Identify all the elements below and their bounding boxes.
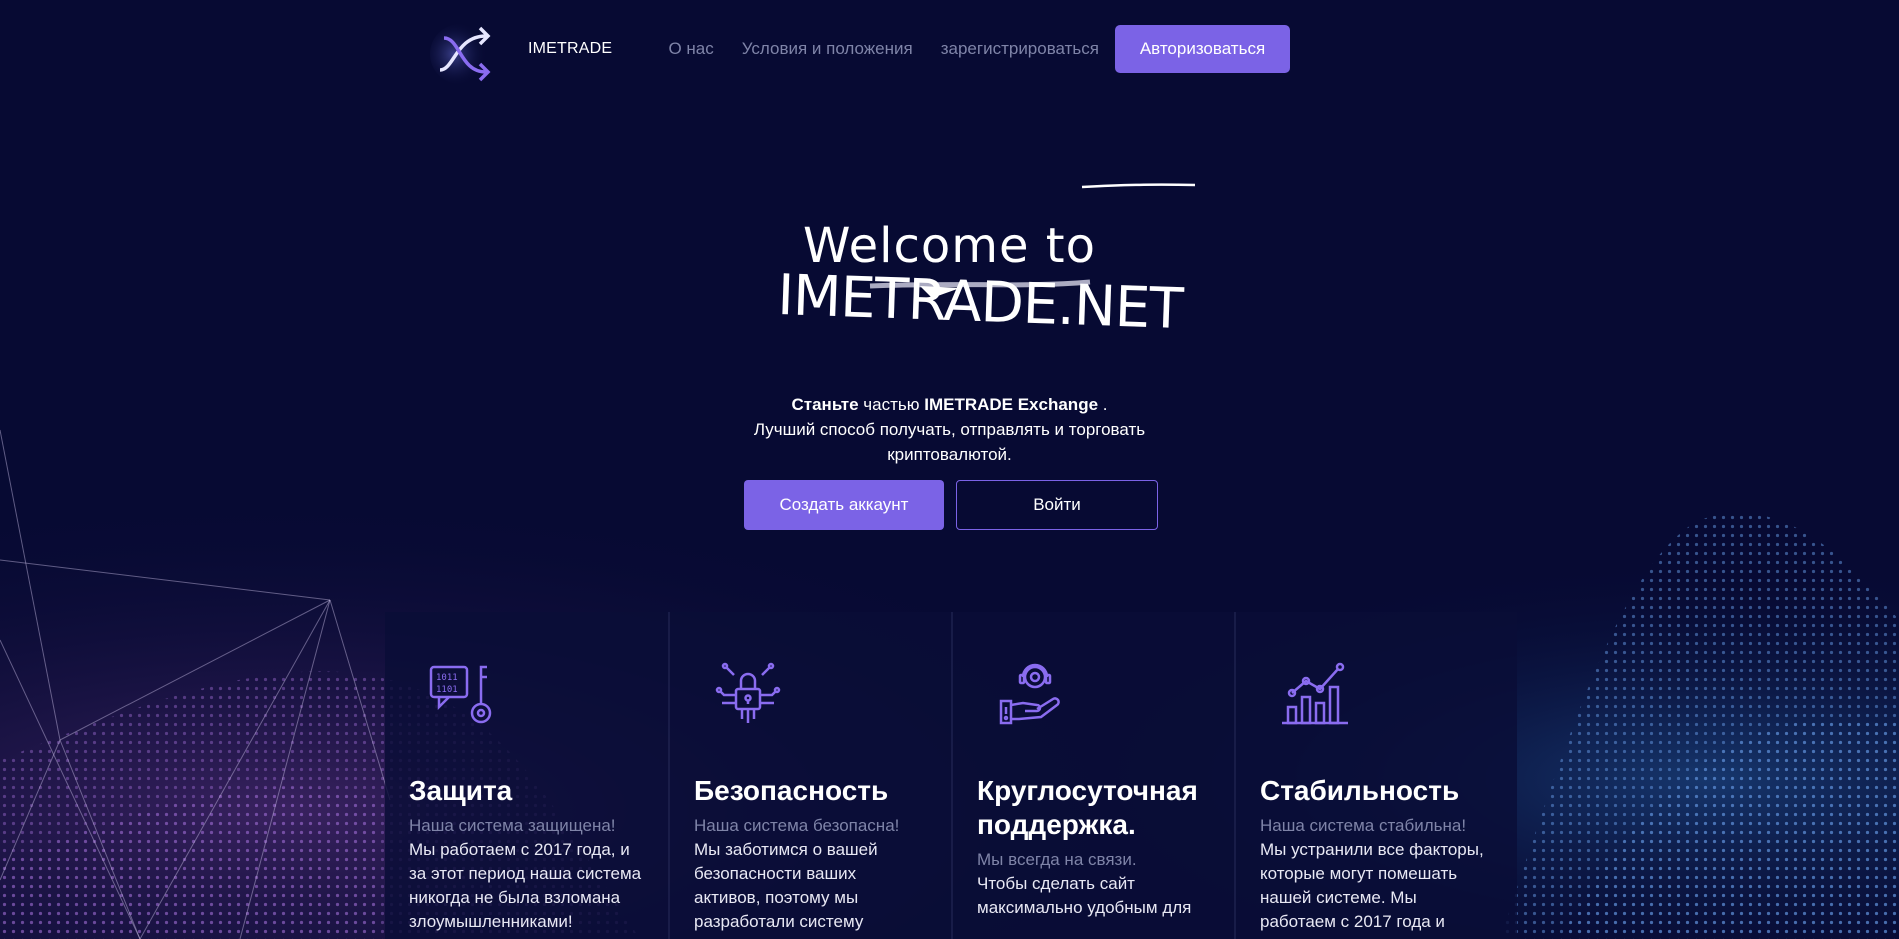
feature-text: Мы работаем с 2017 года, и за этот перио… (409, 840, 642, 931)
feature-text: Мы устранили все факторы, которые могут … (1260, 840, 1484, 931)
sign-in-button[interactable]: Войти (956, 480, 1158, 530)
feature-title: Стабильность (1260, 775, 1460, 806)
feature-subtitle: Мы всегда на связи. (977, 850, 1137, 869)
feature-title: Безопасность (694, 775, 889, 806)
svg-text:1101: 1101 (436, 685, 458, 695)
feature-subtitle: Наша система стабильна! (1260, 816, 1467, 835)
support-gear-hand-icon (999, 663, 1060, 725)
tagline-line-1: Станьте частью IMETRADE Exchange . (0, 392, 1899, 417)
nav-link-about[interactable]: О нас (668, 39, 713, 59)
tagline-bold-1: Станьте (791, 395, 859, 414)
tagline-end: . (1098, 395, 1108, 414)
feature-title: Защита (409, 775, 513, 806)
top-navigation: IMETRADE О нас Условия и положения зарег… (0, 0, 1899, 100)
hero-buttons: Создать аккаунт Войти (744, 480, 1158, 530)
feature-text: Чтобы сделать сайт максимально удобным д… (977, 874, 1192, 917)
tagline-line-2: Лучший способ получать, отправлять и тор… (753, 420, 1146, 439)
feature-card-support: Круглосуточная поддержка. Мы всегда на с… (951, 612, 1234, 939)
create-account-button[interactable]: Создать аккаунт (744, 480, 944, 530)
feature-title: Круглосуточная поддержка. (977, 775, 1198, 840)
brand-name[interactable]: IMETRADE (528, 40, 612, 58)
binary-key-icon: 1011 1101 (429, 665, 492, 724)
feature-text: Мы заботимся о вашей безопасности ваших … (694, 840, 878, 931)
login-button[interactable]: Авторизоваться (1115, 25, 1290, 73)
svg-text:1011: 1011 (436, 673, 458, 683)
circuit-lock-icon (715, 662, 781, 723)
feature-card-security: Безопасность Наша система безопасна! Мы … (668, 612, 951, 939)
features-row: 1011 1101 Защита Наша система защищена! … (385, 612, 1517, 939)
logo-icon[interactable] (430, 18, 505, 88)
tagline-mid: частью (858, 395, 925, 414)
nav-links: О нас Условия и положения зарегистрирова… (640, 25, 1290, 73)
feature-card-stability: Стабильность Наша система стабильна! Мы … (1234, 612, 1517, 939)
feature-subtitle: Наша система безопасна! (694, 816, 900, 835)
tagline-bold-2: IMETRADE Exchange (924, 395, 1099, 414)
nav-link-terms[interactable]: Условия и положения (742, 39, 913, 59)
growth-chart-icon (1282, 662, 1348, 725)
hero-tagline: Станьте частью IMETRADE Exchange . Лучши… (0, 392, 1899, 467)
hero-title-welcome: Welcome to (802, 218, 1096, 274)
tagline-line-3: криптовалютой. (887, 445, 1012, 464)
feature-card-protection: 1011 1101 Защита Наша система защищена! … (385, 612, 668, 939)
nav-link-register[interactable]: зарегистрироваться (941, 39, 1099, 59)
feature-subtitle: Наша система защищена! (409, 816, 616, 835)
